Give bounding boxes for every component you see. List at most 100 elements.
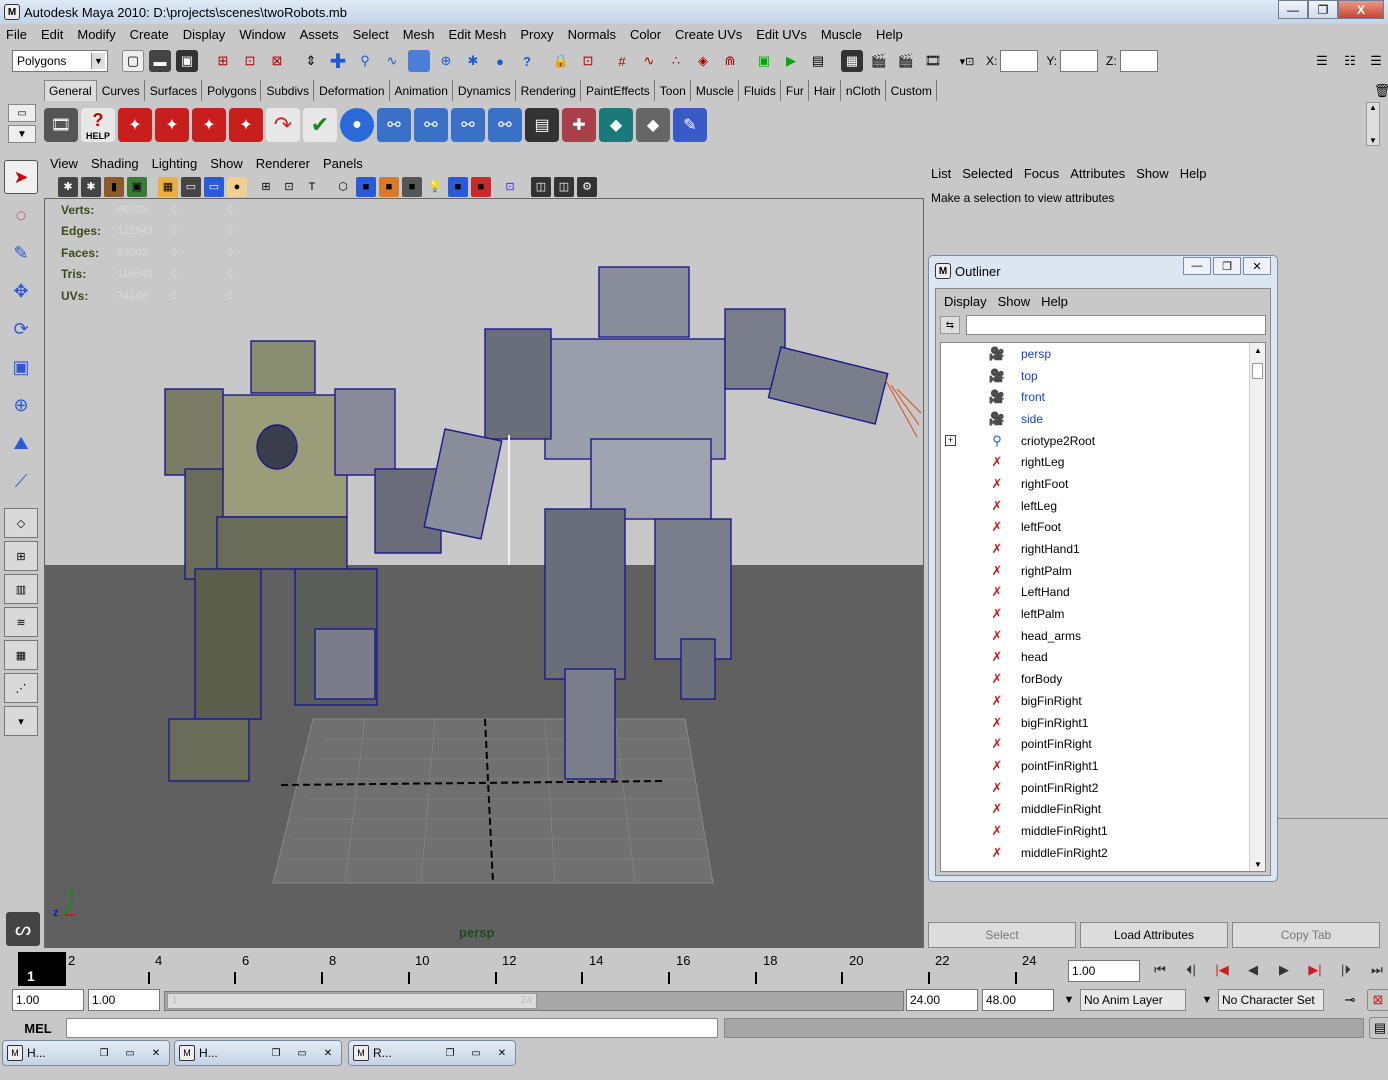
rotate-tool-icon[interactable]: ⟳ [4,312,38,346]
maximize-icon[interactable]: ▭ [117,1045,143,1061]
menu-normals[interactable]: Normals [568,27,616,42]
safe-title-icon[interactable]: T [302,177,322,197]
expand-icon[interactable]: + [945,435,956,447]
menu-mesh[interactable]: Mesh [403,27,435,42]
camera-attributes-icon[interactable]: ✱ [81,176,101,197]
new-scene-icon[interactable]: ▢ [122,50,144,72]
playback-start-field[interactable]: 1.00 [88,989,160,1011]
script-editor-icon[interactable]: ▤ [525,108,559,142]
outliner-item[interactable]: 🎥 side [941,408,1265,430]
outliner-item[interactable]: 🎥 top [941,365,1265,387]
bookmark-icon[interactable]: ▮ [104,176,124,197]
make-live-icon[interactable]: ⋒ [719,50,741,72]
render-frame-icon[interactable]: 🎬 [868,50,890,72]
scroll-up-icon[interactable]: ▲ [1250,343,1265,357]
menu-edit[interactable]: Edit [41,27,63,42]
play-backwards-icon[interactable]: ◀ [1239,958,1267,982]
snap-point-icon[interactable]: ∴ [665,50,687,72]
universal-manipulator-icon[interactable]: ⊕ [4,388,38,422]
select-tool-icon[interactable]: ➤ [4,160,38,194]
menu-file[interactable]: File [6,27,27,42]
range-slider[interactable]: 1 24 [164,991,904,1011]
outliner-item[interactable]: ✗ head [941,647,1265,669]
menu-create-uvs[interactable]: Create UVs [675,27,742,42]
anim-layer-dropdown[interactable]: ▼ No Anim Layer [1058,989,1186,1011]
minimized-window[interactable]: M H... ❐ ▭ ✕ [2,1040,170,1066]
animation-preferences-icon[interactable]: ⊠ [1367,989,1388,1011]
shelf-tab-curves[interactable]: Curves [98,80,145,101]
single-perspective-layout-icon[interactable]: ◇ [4,508,38,538]
command-line-input[interactable] [66,1018,718,1038]
persp-graph-layout-icon[interactable]: ≋ [4,607,38,637]
show-hide-tool-settings-icon[interactable]: ☷ [1339,50,1361,72]
layout-options-icon[interactable]: ▾ [4,706,38,736]
open-scene-icon[interactable]: ▬ [149,50,171,72]
save-scene-icon[interactable]: ▣ [176,50,198,72]
paint-select-tool-icon[interactable]: ✎ [4,236,38,270]
playback-end-field[interactable]: 24.00 [906,989,978,1011]
restore-icon[interactable]: ❐ [437,1045,463,1061]
outliner-item[interactable]: ✗ leftFoot [941,517,1265,539]
shadows-icon[interactable]: ■ [448,176,468,197]
xray-active-icon[interactable]: ⚙ [577,176,597,197]
viewport-menu-lighting[interactable]: Lighting [152,156,198,171]
ae-menu-help[interactable]: Help [1180,166,1207,181]
hierarchy-4-icon[interactable]: ⚯ [488,108,522,142]
select-component-icon[interactable]: ⊠ [266,50,288,72]
selection-mask-icon[interactable]: ⇕ [300,50,322,72]
sphere-icon[interactable]: ● [340,108,374,142]
output-connections-icon[interactable]: ▶ [780,50,802,72]
outliner-item[interactable]: ✗ leftLeg [941,495,1265,517]
viewport-menu-panels[interactable]: Panels [323,156,363,171]
animation-end-field[interactable]: 48.00 [982,989,1054,1011]
help-icon[interactable]: ? HELP [81,108,115,142]
film-gate-icon[interactable]: ▭ [181,176,201,197]
viewport-menu-shading[interactable]: Shading [91,156,139,171]
shelf-menu-icon[interactable]: ▼ [8,125,36,143]
snap-curve-icon[interactable]: ∿ [638,50,660,72]
snap-grid-icon[interactable]: # [611,50,633,72]
outliner-item[interactable]: ✗ LeftHand [941,582,1265,604]
menu-proxy[interactable]: Proxy [520,27,553,42]
outliner-menu-display[interactable]: Display [944,294,987,309]
current-frame-marker[interactable]: 1 [18,952,66,986]
shelf-tab-deformation[interactable]: Deformation [315,80,390,101]
go-to-start-icon[interactable]: ⏮ [1146,958,1174,982]
menu-help[interactable]: Help [876,27,903,42]
y-input[interactable] [1060,50,1099,72]
snap-view-plane-icon[interactable]: ◈ [692,50,714,72]
go-to-end-icon[interactable]: ⏭ [1363,958,1388,982]
shelf-tab-ncloth[interactable]: nCloth [842,80,886,101]
wireframe-on-shaded-icon[interactable]: ■ [379,176,399,197]
key-icon[interactable]: ⊸ [1339,989,1361,1011]
shelf-tab-surfaces[interactable]: Surfaces [146,80,203,101]
shelf-tab-animation[interactable]: Animation [391,80,453,101]
scale-tool-icon[interactable]: ▣ [4,350,38,384]
viewport-menu-renderer[interactable]: Renderer [256,156,310,171]
outliner-menu-help[interactable]: Help [1041,294,1068,309]
resolution-gate-icon[interactable]: ▭ [204,176,224,197]
viewport-menu-show[interactable]: Show [210,156,243,171]
mel-script-4-icon[interactable]: ✦ [229,108,263,142]
menu-assets[interactable]: Assets [300,27,339,42]
paint-tool-icon[interactable]: ✎ [673,108,707,142]
outliner-item[interactable]: 🎥 persp [941,343,1265,365]
menu-display[interactable]: Display [183,27,226,42]
use-all-lights-icon[interactable]: 💡 [425,177,445,197]
close-icon[interactable]: ✕ [143,1045,169,1061]
menu-window[interactable]: Window [239,27,285,42]
menu-set-dropdown[interactable]: Polygons ▼ [12,50,108,72]
shelf-tab-fur[interactable]: Fur [782,80,809,101]
current-time-field[interactable]: 1.00 [1068,960,1140,982]
select-hierarchy-icon[interactable]: ⊞ [212,50,234,72]
outliner-item[interactable]: ✗ bigFinRight1 [941,712,1265,734]
maximize-icon[interactable]: ▭ [463,1045,489,1061]
check-icon[interactable]: ✔ [303,108,337,142]
four-view-layout-icon[interactable]: ⊞ [4,541,38,571]
outliner-close-button[interactable]: ✕ [1243,257,1271,275]
textured-icon[interactable]: ■ [402,176,422,197]
shelf-tabs-toggle-icon[interactable]: ▭ [8,104,36,122]
animation-start-field[interactable]: 1.00 [12,989,84,1011]
perspective-viewport[interactable]: Verts: 60333 0 0 Edges: 122541 0 0 Faces… [44,198,924,948]
play-forwards-icon[interactable]: ▶ [1270,958,1298,982]
